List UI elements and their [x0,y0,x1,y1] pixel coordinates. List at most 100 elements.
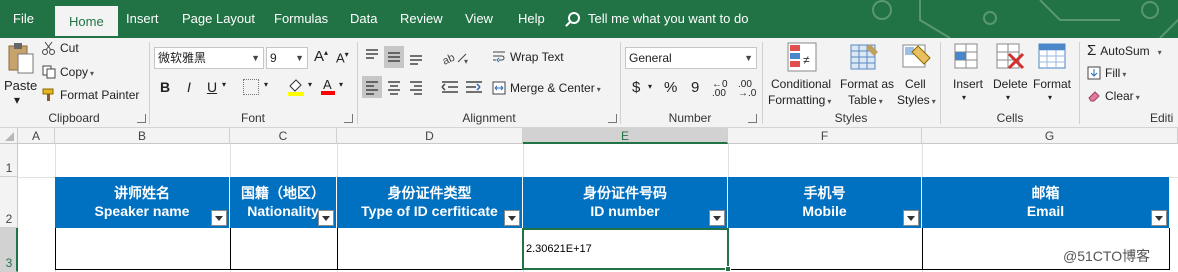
header-en: Mobile [802,203,847,219]
tab-insert[interactable]: Insert [126,0,159,38]
paste-button[interactable]: Paste [4,78,37,93]
filter-dropdown-button[interactable] [504,210,520,226]
alignment-launcher-icon[interactable] [608,114,617,123]
decrease-decimal-icon[interactable]: .00 →.0 [738,80,756,99]
bold-button[interactable]: B [156,77,174,97]
number-launcher-icon[interactable] [748,114,757,123]
svg-text:ab: ab [441,52,457,66]
number-format-select[interactable]: General ▼ [625,47,757,69]
ribbon-tab-bar: File Home Insert Page Layout Formulas Da… [0,0,1178,38]
conditional-formatting-icon[interactable]: ≠ [787,42,817,72]
insert-dropdown-icon[interactable]: ▾ [962,93,966,102]
tab-review[interactable]: Review [400,0,443,38]
filter-dropdown-button[interactable] [709,210,725,226]
font-color-dropdown-icon[interactable]: ▾ [339,80,343,89]
conditional-formatting-label-2[interactable]: Formatting ▾ [768,93,831,107]
tab-page-layout[interactable]: Page Layout [182,0,255,38]
cell-styles-icon[interactable] [902,42,932,72]
paste-icon[interactable] [6,42,36,74]
currency-dropdown-icon[interactable]: ▾ [648,82,652,91]
clipboard-launcher-icon[interactable] [137,114,146,123]
sigma-icon: Σ [1087,42,1097,59]
tab-data[interactable]: Data [350,0,377,38]
autosum-button[interactable]: Σ AutoSum ▾ [1087,42,1162,59]
insert-cells-button[interactable]: Insert [953,77,983,91]
currency-button[interactable]: $ [632,79,640,96]
borders-icon[interactable] [243,79,259,95]
chevron-down-icon: ▼ [251,53,260,63]
insert-cells-icon[interactable] [953,42,983,72]
tab-file[interactable]: File [13,0,34,38]
column-header-g[interactable]: G [922,128,1178,144]
tell-me-search[interactable]: Tell me what you want to do [568,0,748,38]
comma-style-button[interactable]: 9 [691,79,699,96]
percent-button[interactable]: % [664,79,677,96]
format-as-table-label-2[interactable]: Table ▾ [848,93,883,107]
borders-dropdown-icon[interactable]: ▾ [264,80,268,89]
font-launcher-icon[interactable] [344,114,353,123]
merge-center-button[interactable]: Merge & Center ▾ [492,81,601,95]
font-name-select[interactable]: 微软雅黑 ▼ [154,47,264,69]
column-header-a[interactable]: A [18,128,55,144]
font-color-icon[interactable]: A [320,76,336,96]
row-header-2[interactable]: 2 [0,177,18,228]
cell-styles-label-2[interactable]: Styles ▾ [897,93,936,107]
data-cell-nationality[interactable] [230,228,338,270]
active-cell-id-number[interactable]: 2.30621E+17 [522,228,731,272]
data-cell-id-type[interactable] [337,228,524,270]
delete-cells-icon[interactable] [995,42,1025,72]
format-painter-button[interactable]: Format Painter [42,88,139,102]
horizontal-align-icons[interactable] [362,76,426,98]
row-header-1[interactable]: 1 [0,144,18,177]
vertical-align-icons[interactable] [362,46,426,68]
alignment-group-label: Alignment [462,111,516,125]
clear-button[interactable]: Clear ▾ [1087,89,1140,103]
format-as-table-icon[interactable] [850,42,880,72]
column-header-d[interactable]: D [337,128,523,144]
format-as-table-label-1[interactable]: Format as [840,77,894,91]
tab-formulas[interactable]: Formulas [274,0,328,38]
format-dropdown-icon[interactable]: ▾ [1048,93,1052,102]
tab-view[interactable]: View [465,0,493,38]
watermark-text: @51CTO博客 [1063,248,1151,264]
data-cell-speaker-name[interactable] [55,228,231,270]
font-size-select[interactable]: 9 ▼ [266,47,308,69]
fill-label: Fill [1105,66,1121,80]
select-all-button[interactable] [0,128,18,144]
data-cell-mobile[interactable] [728,228,923,270]
copy-button[interactable]: Copy ▾ [42,65,94,79]
underline-dropdown-icon[interactable]: ▾ [222,80,226,89]
cut-button[interactable]: Cut [42,41,79,55]
orientation-icon[interactable]: ab ▾ [440,48,470,68]
italic-button[interactable]: I [180,77,198,97]
column-header-e[interactable]: E [523,128,728,144]
merge-icon [492,81,506,95]
decrease-font-size-icon[interactable]: A▾ [336,50,349,65]
column-header-f[interactable]: F [728,128,922,144]
increase-font-size-icon[interactable]: A▴ [314,48,328,65]
filter-dropdown-button[interactable] [318,210,334,226]
column-header-b[interactable]: B [55,128,230,144]
underline-button[interactable]: U [203,77,221,97]
column-header-c[interactable]: C [230,128,337,144]
filter-dropdown-button[interactable] [903,210,919,226]
delete-dropdown-icon[interactable]: ▾ [1006,93,1010,102]
conditional-formatting-label-1[interactable]: Conditional [771,77,831,91]
filter-dropdown-button[interactable] [1151,210,1167,226]
filter-dropdown-button[interactable] [211,210,227,226]
wrap-text-button[interactable]: Wrap Text [492,50,564,64]
fill-color-dropdown-icon[interactable]: ▾ [308,80,312,89]
indent-icons[interactable] [440,78,484,96]
fill-handle[interactable] [725,266,731,272]
increase-decimal-icon[interactable]: ←0.00 [712,80,728,99]
paste-dropdown-icon[interactable]: ▾ [14,93,20,107]
row-header-3[interactable]: 3 [0,228,18,272]
format-cells-button[interactable]: Format [1033,77,1071,91]
tab-help[interactable]: Help [518,0,545,38]
fill-button[interactable]: Fill ▾ [1087,66,1126,80]
delete-cells-button[interactable]: Delete [993,77,1028,91]
fill-color-icon[interactable] [287,78,305,96]
cell-styles-label-1[interactable]: Cell [905,77,926,91]
tab-home[interactable]: Home [53,4,120,38]
format-cells-icon[interactable] [1037,42,1067,72]
